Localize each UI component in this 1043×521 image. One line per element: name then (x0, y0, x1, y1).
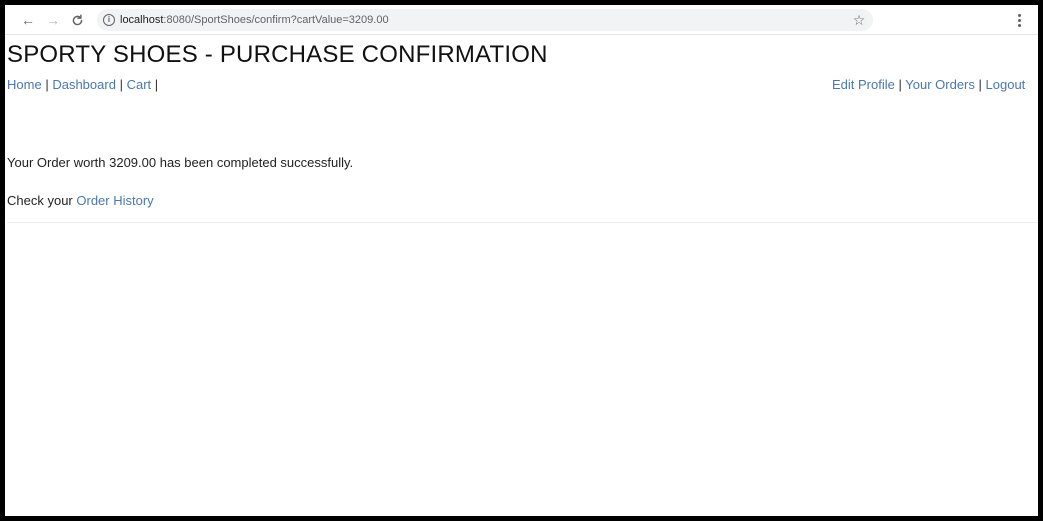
separator: | (978, 77, 982, 92)
back-arrow-icon: ← (21, 12, 35, 28)
separator: | (119, 77, 123, 92)
bookmark-star-icon[interactable]: ☆ (849, 10, 869, 30)
edit-profile-link[interactable]: Edit Profile (832, 77, 895, 92)
nav-right: Edit Profile | Your Orders | Logout (832, 75, 1025, 95)
logout-link[interactable]: Logout (986, 77, 1026, 92)
separator: | (898, 77, 902, 92)
nav-left: Home | Dashboard | Cart | (7, 75, 158, 95)
menu-dot-icon (1017, 18, 1021, 22)
browser-toolbar: ← → i localhost:8080/SportShoes/confirm?… (5, 5, 1038, 35)
reload-icon (72, 13, 82, 25)
home-link[interactable]: Home (7, 77, 42, 92)
forward-arrow-icon: → (46, 12, 60, 28)
separator: | (45, 77, 49, 92)
menu-dot-icon (1017, 13, 1021, 17)
url-path: :8080/SportShoes/confirm?cartValue=3209.… (163, 14, 389, 26)
confirmation-message: Your Order worth 3209.00 has been comple… (7, 155, 354, 170)
address-bar[interactable]: i localhost:8080/SportShoes/confirm?cart… (97, 9, 873, 31)
browser-menu-button[interactable] (1011, 10, 1027, 30)
back-button[interactable]: ← (18, 10, 38, 30)
url-host: localhost (120, 14, 164, 26)
info-icon[interactable]: i (103, 14, 115, 26)
reload-button[interactable] (67, 10, 87, 30)
dashboard-link[interactable]: Dashboard (52, 77, 116, 92)
cart-link[interactable]: Cart (127, 77, 152, 92)
order-history-link[interactable]: Order History (76, 193, 153, 208)
your-orders-link[interactable]: Your Orders (905, 77, 975, 92)
divider (7, 222, 1038, 223)
browser-window: ← → i localhost:8080/SportShoes/confirm?… (0, 0, 1043, 521)
page-title: SPORTY SHOES - PURCHASE CONFIRMATION (7, 41, 548, 68)
separator: | (154, 77, 159, 92)
forward-button[interactable]: → (43, 10, 63, 30)
order-history-line: Check your Order History (7, 191, 154, 211)
menu-dot-icon (1017, 23, 1021, 27)
history-prefix: Check your (7, 193, 73, 208)
url-text[interactable]: localhost:8080/SportShoes/confirm?cartVa… (120, 12, 389, 28)
